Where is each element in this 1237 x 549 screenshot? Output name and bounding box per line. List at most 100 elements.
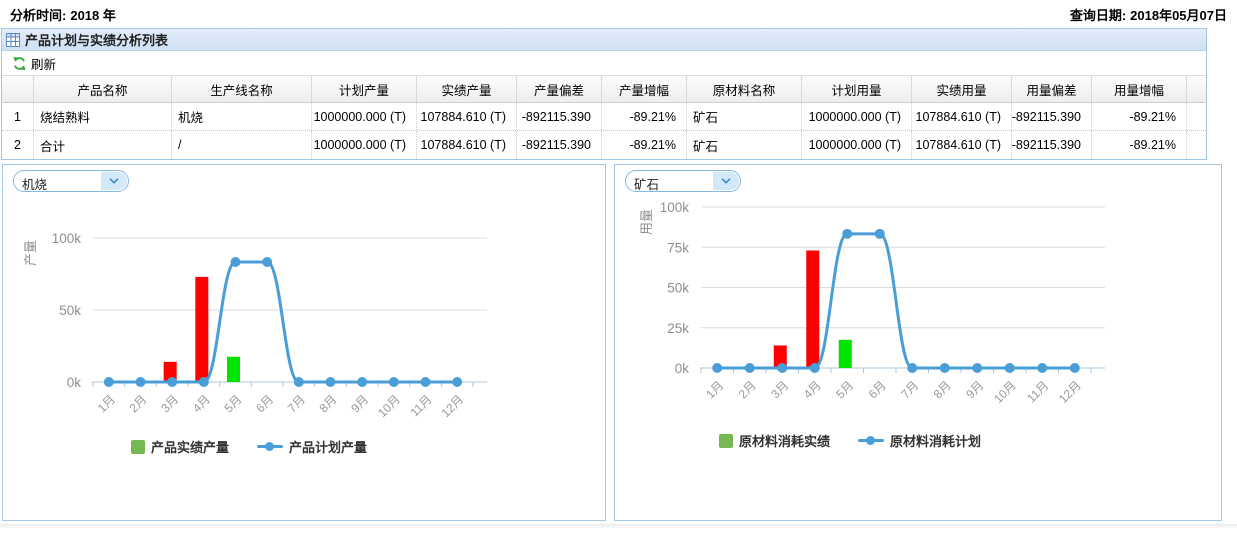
bar: [227, 357, 240, 382]
x-tick-label: 7月: [898, 378, 921, 401]
x-tick-label: 3月: [158, 392, 181, 415]
legend-square-icon: [131, 440, 145, 454]
production-line-select-value: 机烧: [22, 174, 47, 193]
page: 分析时间:2018 年 查询日期:2018年05月07日 产品计划与实绩分析列表: [0, 0, 1237, 549]
toolbar: 刷新: [2, 51, 1206, 76]
analysis-time-label: 分析时间:: [10, 8, 66, 23]
table-cell: 矿石: [687, 131, 802, 159]
column-header[interactable]: 计划产量: [312, 76, 417, 102]
y-axis-title: 产量: [23, 240, 38, 266]
chevron-down-icon[interactable]: [101, 172, 127, 190]
table-cell: 107884.610 (T): [417, 131, 517, 159]
legend-label: 原材料消耗实绩: [739, 431, 830, 450]
line-point: [104, 377, 114, 387]
refresh-button[interactable]: 刷新: [8, 52, 60, 75]
chevron-down-icon[interactable]: [713, 172, 739, 190]
column-header[interactable]: 实绩用量: [912, 76, 1012, 102]
table-cell: -89.21%: [1092, 131, 1187, 159]
table-cell: 1000000.000 (T): [802, 103, 912, 130]
plan-line: [717, 234, 1075, 368]
column-header[interactable]: 生产线名称: [172, 76, 312, 102]
product-chart-panel: 机烧 0k50k100k产量1月2月3月4月5月6月7月8月9月10月11月12…: [2, 164, 606, 521]
line-point: [199, 377, 209, 387]
line-point: [745, 363, 755, 373]
table-row[interactable]: 1烧结熟料机烧1000000.000 (T)107884.610 (T)-892…: [2, 103, 1206, 131]
x-tick-label: 1月: [95, 392, 118, 415]
panel-header: 产品计划与实绩分析列表: [2, 29, 1206, 51]
y-tick-label: 0k: [675, 361, 690, 376]
material-select[interactable]: 矿石: [625, 170, 741, 192]
legend-item-plan-usage[interactable]: 原材料消耗计划: [858, 431, 981, 450]
legend-item-plan-output[interactable]: 产品计划产量: [257, 437, 367, 456]
table-body: 1烧结熟料机烧1000000.000 (T)107884.610 (T)-892…: [2, 103, 1206, 159]
line-point: [1037, 363, 1047, 373]
column-header[interactable]: 用量偏差: [1012, 76, 1092, 102]
bar: [806, 250, 819, 368]
legend-label: 产品实绩产量: [151, 437, 229, 456]
table-cell: 合计: [34, 131, 172, 159]
y-tick-label: 100k: [52, 231, 82, 246]
panel-title: 产品计划与实绩分析列表: [25, 30, 168, 49]
column-header[interactable]: 产量偏差: [517, 76, 602, 102]
table-cell: -89.21%: [602, 131, 687, 159]
line-point: [294, 377, 304, 387]
material-chart-legend: 原材料消耗实绩 原材料消耗计划: [719, 431, 981, 450]
material-select-value: 矿石: [634, 174, 659, 193]
table-cell: /: [172, 131, 312, 159]
y-tick-label: 0k: [67, 375, 82, 390]
y-tick-label: 50k: [59, 303, 81, 318]
table-cell: 107884.610 (T): [912, 103, 1012, 130]
table-cell: 107884.610 (T): [912, 131, 1012, 159]
x-tick-label: 11月: [1024, 378, 1051, 405]
bottom-divider: [0, 524, 1237, 528]
bar: [839, 340, 852, 368]
refresh-icon: [12, 56, 27, 71]
line-point: [357, 377, 367, 387]
table-cell: 1000000.000 (T): [312, 131, 417, 159]
x-tick-label: 12月: [438, 392, 466, 420]
x-tick-label: 7月: [285, 392, 308, 415]
x-tick-label: 8月: [317, 392, 340, 415]
table-cell: -892115.390: [517, 103, 602, 130]
legend-label: 产品计划产量: [289, 437, 367, 456]
query-date-value: 2018年05月07日: [1130, 8, 1227, 23]
chart-svg: 0k25k50k75k100k用量1月2月3月4月5月6月7月8月9月10月11…: [615, 165, 1221, 520]
line-point: [972, 363, 982, 373]
column-header[interactable]: 产品名称: [34, 76, 172, 102]
column-header[interactable]: 产量增幅: [602, 76, 687, 102]
column-header[interactable]: 原材料名称: [687, 76, 802, 102]
production-line-select[interactable]: 机烧: [13, 170, 129, 192]
analysis-time-value: 2018 年: [70, 8, 116, 23]
line-point: [452, 377, 462, 387]
table-cell: -892115.390: [517, 131, 602, 159]
plan-line: [109, 262, 457, 382]
x-tick-label: 1月: [703, 378, 726, 401]
table-cell: -892115.390: [1012, 131, 1092, 159]
column-header[interactable]: 计划用量: [802, 76, 912, 102]
line-point: [1005, 363, 1015, 373]
line-point: [167, 377, 177, 387]
legend-item-actual-output[interactable]: 产品实绩产量: [131, 437, 229, 456]
line-point: [875, 229, 885, 239]
table-cell: 矿石: [687, 103, 802, 130]
table-cell: -89.21%: [1092, 103, 1187, 130]
product-chart-legend: 产品实绩产量 产品计划产量: [131, 437, 367, 456]
x-tick-label: 3月: [768, 378, 791, 401]
column-header[interactable]: 用量增幅: [1092, 76, 1187, 102]
material-chart-canvas: 0k25k50k75k100k用量1月2月3月4月5月6月7月8月9月10月11…: [615, 165, 1221, 520]
material-chart-panel: 矿石 0k25k50k75k100k用量1月2月3月4月5月6月7月8月9月10…: [614, 164, 1222, 521]
table-header-row: 产品名称生产线名称计划产量实绩产量产量偏差产量增幅原材料名称计划用量实绩用量用量…: [2, 76, 1206, 103]
line-point: [712, 363, 722, 373]
x-tick-label: 10月: [991, 378, 1019, 406]
table-row[interactable]: 2合计/1000000.000 (T)107884.610 (T)-892115…: [2, 131, 1206, 159]
x-tick-label: 5月: [222, 392, 245, 415]
x-tick-label: 10月: [375, 392, 403, 420]
analysis-time: 分析时间: 2018 年: [10, 5, 116, 24]
x-tick-label: 8月: [931, 378, 954, 401]
line-point: [907, 363, 917, 373]
column-header[interactable]: [2, 76, 34, 102]
column-header[interactable]: 实绩产量: [417, 76, 517, 102]
table-cell: 2: [2, 131, 34, 159]
legend-item-actual-usage[interactable]: 原材料消耗实绩: [719, 431, 830, 450]
table-cell: 1000000.000 (T): [312, 103, 417, 130]
